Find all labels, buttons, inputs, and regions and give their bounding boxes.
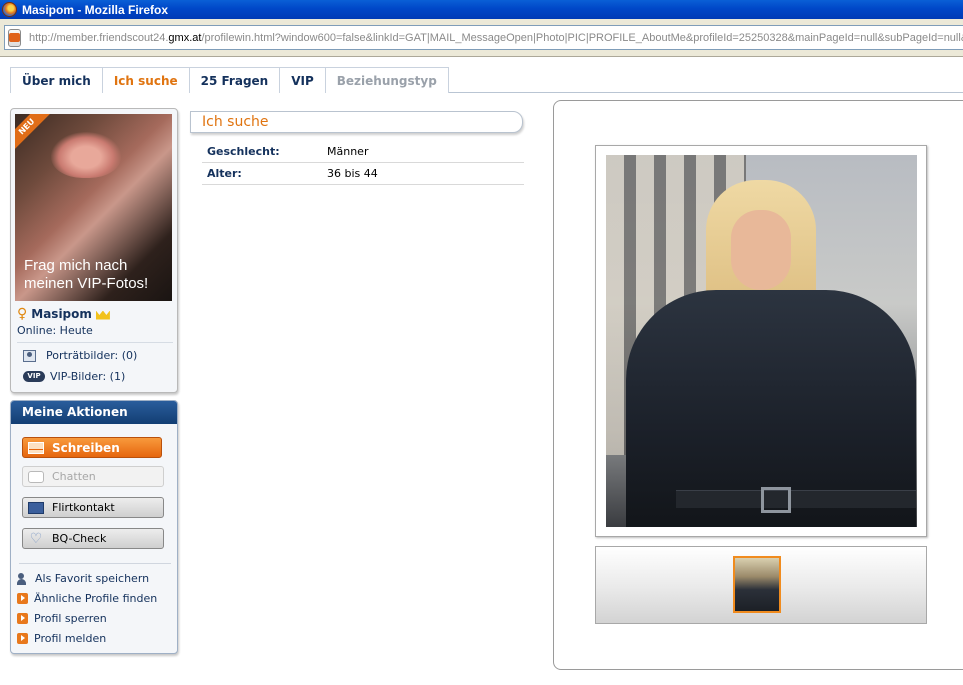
bq-check-button[interactable]: ♡ BQ-Check <box>22 528 164 549</box>
flirt-button-label: Flirtkontakt <box>52 501 115 514</box>
block-profile-label: Profil sperren <box>34 612 107 625</box>
similar-profiles-label: Ähnliche Profile finden <box>34 592 158 605</box>
bq-check-button-label: BQ-Check <box>52 532 107 545</box>
arrow-right-icon <box>17 613 28 624</box>
url-rest: /profilewin.html?window600=false&linkId=… <box>201 31 963 44</box>
flirt-card-icon <box>28 501 44 514</box>
female-icon: ♀ <box>17 306 28 322</box>
report-profile-link[interactable]: Profil melden <box>17 632 106 645</box>
info-value: 36 bis 44 <box>327 167 378 180</box>
profile-tabs: Über mich Ich suche 25 Fragen VIP Bezieh… <box>10 67 963 93</box>
portrait-pics-link[interactable]: Porträtbilder: (0) <box>23 349 137 362</box>
info-label: Alter: <box>207 167 242 180</box>
portrait-icon <box>23 349 36 362</box>
portrait-pics-label: Porträtbilder: (0) <box>46 349 138 362</box>
window-title: Masipom - Mozilla Firefox <box>22 2 169 17</box>
info-label: Geschlecht: <box>207 145 280 158</box>
report-profile-label: Profil melden <box>34 632 107 645</box>
block-profile-link[interactable]: Profil sperren <box>17 612 107 625</box>
vip-teaser-photo[interactable]: NEU Frag mich nach meinen VIP-Fotos! <box>15 114 172 301</box>
tab-ueber-mich[interactable]: Über mich <box>10 67 103 93</box>
similar-profiles-link[interactable]: Ähnliche Profile finden <box>17 592 157 605</box>
flirt-button[interactable]: Flirtkontakt <box>22 497 164 518</box>
url-prefix: http://member.friendscout24. <box>29 31 169 44</box>
divider <box>17 342 173 343</box>
photo-buckle <box>761 487 791 513</box>
site-identity-icon[interactable] <box>8 28 21 47</box>
write-button[interactable]: Schreiben <box>22 437 162 458</box>
write-button-label: Schreiben <box>52 440 120 455</box>
hearts-icon: ♡ <box>29 530 43 547</box>
window-titlebar: Masipom - Mozilla Firefox <box>0 0 963 19</box>
photo-face <box>731 210 791 290</box>
mail-icon <box>28 441 44 454</box>
save-favorite-label: Als Favorit speichern <box>35 572 150 585</box>
vip-pics-link[interactable]: VIP VIP-Bilder: (1) <box>23 370 125 383</box>
arrow-right-icon <box>17 593 28 604</box>
profile-name-row: ♀ Masipom <box>17 306 110 322</box>
url-input[interactable]: http://member.friendscout24. gmx.at/profi… <box>4 25 963 50</box>
chat-button: Chatten <box>22 466 164 487</box>
actions-panel: Meine Aktionen Schreiben Chatten Flirtko… <box>10 400 178 654</box>
chat-bubble-icon <box>28 470 44 483</box>
tab-25-fragen[interactable]: 25 Fragen <box>189 67 281 93</box>
section-title: Ich suche <box>190 111 523 133</box>
address-bar: http://member.friendscout24. gmx.at/profi… <box>0 19 963 57</box>
lips-image <box>51 132 121 178</box>
main-profile-photo[interactable] <box>606 155 917 527</box>
firefox-logo-icon <box>2 2 17 17</box>
chat-button-label: Chatten <box>52 470 96 483</box>
vip-teaser-caption: Frag mich nach meinen VIP-Fotos! <box>24 257 149 292</box>
vip-badge-icon: VIP <box>23 371 45 382</box>
profile-card: NEU Frag mich nach meinen VIP-Fotos! ♀ M… <box>10 108 178 393</box>
info-row-age: Alter: 36 bis 44 <box>202 163 524 185</box>
add-favorite-icon <box>17 572 31 585</box>
actions-header: Meine Aktionen <box>11 401 177 424</box>
actions-divider <box>19 563 171 564</box>
thumbnail-strip <box>595 546 927 624</box>
vip-crown-icon <box>96 309 110 320</box>
info-row-gender: Geschlecht: Männer <box>202 141 524 163</box>
arrow-right-icon <box>17 633 28 644</box>
info-value: Männer <box>327 145 369 158</box>
save-favorite-link[interactable]: Als Favorit speichern <box>17 572 149 585</box>
tab-vip[interactable]: VIP <box>280 67 326 93</box>
profile-name[interactable]: Masipom <box>31 307 92 321</box>
tab-ich-suche[interactable]: Ich suche <box>102 67 190 93</box>
vip-pics-label: VIP-Bilder: (1) <box>50 370 126 383</box>
photo-belt <box>676 490 916 508</box>
tab-beziehungstyp: Beziehungstyp <box>325 67 449 93</box>
main-photo-frame <box>595 145 927 537</box>
new-ribbon: NEU <box>15 114 54 154</box>
photo-thumbnail[interactable] <box>733 556 781 613</box>
online-status: Online: Heute <box>17 324 93 337</box>
url-host: gmx.at <box>168 31 202 44</box>
